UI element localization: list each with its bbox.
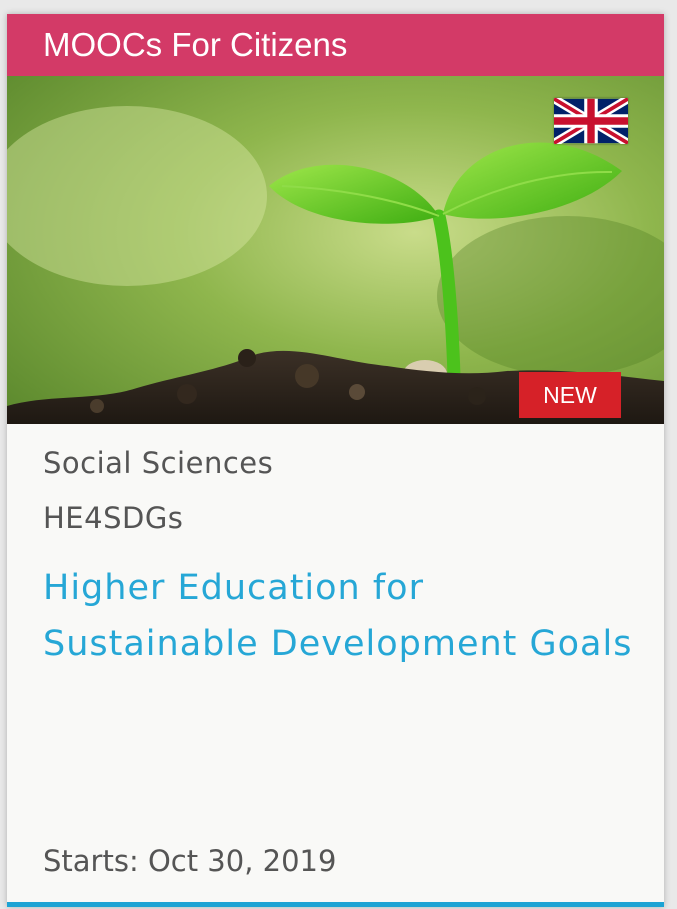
uk-flag-icon (554, 98, 628, 144)
card-bottom-bar (7, 902, 664, 907)
category-banner: MOOCs For Citizens (7, 14, 664, 76)
course-title-link[interactable]: Higher Education for Sustainable Develop… (43, 560, 633, 672)
new-badge: NEW (519, 372, 621, 418)
course-code: HE4SDGs (43, 501, 184, 535)
course-subject: Social Sciences (43, 446, 274, 480)
course-image[interactable]: NEW (7, 76, 664, 424)
course-card[interactable]: MOOCs For Citizens NEW Social Sciences H… (7, 14, 664, 907)
start-date: Starts: Oct 30, 2019 (43, 844, 337, 878)
